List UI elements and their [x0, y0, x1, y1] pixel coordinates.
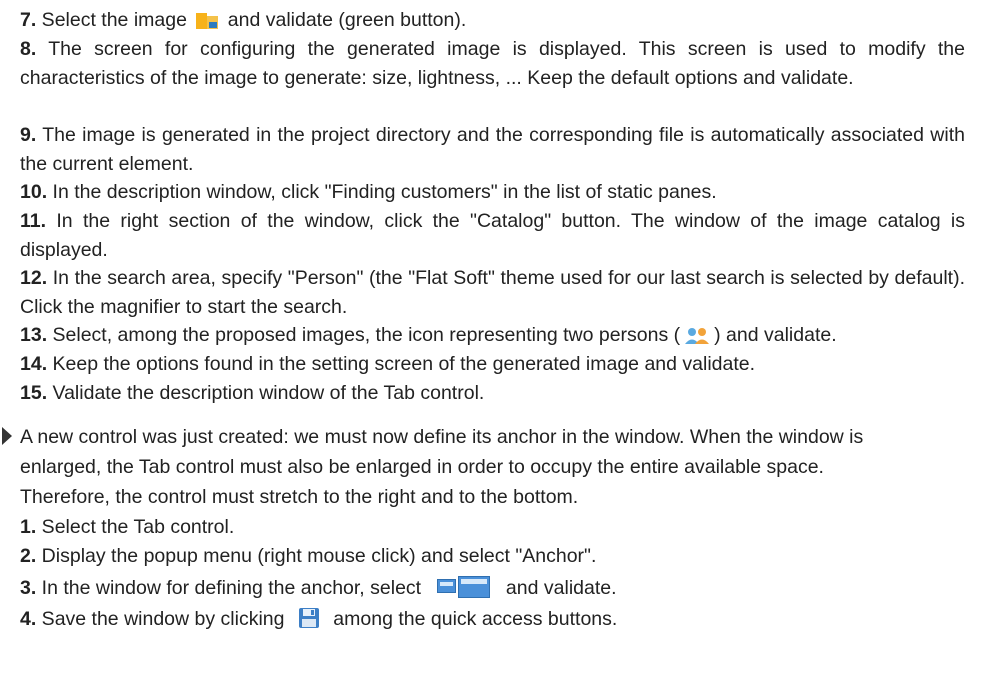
step-10: 10. In the description window, click "Fi…	[20, 178, 965, 207]
step-number: 12.	[20, 267, 48, 289]
step-number: 1.	[20, 516, 37, 538]
step-text: In the window for defining the anchor, s…	[36, 577, 427, 599]
step-number: 15.	[20, 382, 48, 404]
anchor-step-2: 2. Display the popup menu (right mouse c…	[20, 542, 965, 571]
step-text: Save the window by clicking	[36, 608, 290, 630]
step-number: 4.	[20, 608, 37, 630]
anchor-step-4: 4. Save the window by clicking among the…	[20, 605, 965, 638]
step-text: ) and validate.	[714, 324, 837, 346]
step-text: Validate the description window of the T…	[47, 382, 485, 404]
step-text: Select, among the proposed images, the i…	[47, 324, 681, 346]
step-11: 11. In the right section of the window, …	[20, 207, 965, 264]
step-13: 13. Select, among the proposed images, t…	[20, 321, 965, 354]
step-14: 14. Keep the options found in the settin…	[20, 350, 965, 379]
step-12: 12. In the search area, specify "Person"…	[20, 264, 965, 321]
anchor-stretch-icon	[436, 576, 491, 607]
anchor-step-1: 1. Select the Tab control.	[20, 513, 965, 542]
step-text: In the description window, click "Findin…	[47, 181, 717, 203]
step-text: and validate.	[500, 577, 617, 599]
step-number: 7.	[20, 9, 37, 31]
step-7: 7. Select the image and validate (green …	[20, 6, 965, 39]
step-number: 14.	[20, 353, 48, 375]
document-page: 7. Select the image and validate (green …	[0, 0, 983, 688]
step-9: 9. The image is generated in the project…	[20, 121, 965, 178]
step-text: In the search area, specify "Person" (th…	[20, 267, 965, 318]
section-intro: A new control was just created: we must …	[20, 426, 864, 508]
step-number: 11.	[20, 210, 47, 232]
step-number: 8.	[20, 38, 37, 60]
step-number: 9.	[20, 124, 37, 146]
anchor-step-3: 3. In the window for defining the anchor…	[20, 574, 965, 607]
step-number: 3.	[20, 577, 37, 599]
step-text: Select the image	[36, 9, 193, 31]
step-number: 10.	[20, 181, 48, 203]
save-floppy-icon	[298, 607, 320, 638]
step-text: The image is generated in the project di…	[20, 124, 965, 175]
step-8: 8. The screen for configuring the genera…	[20, 35, 965, 92]
step-15: 15. Validate the description window of t…	[20, 379, 965, 408]
step-number: 2.	[20, 545, 37, 567]
step-text: Select the Tab control.	[36, 516, 235, 538]
step-text: Display the popup menu (right mouse clic…	[36, 545, 597, 567]
step-text: among the quick access buttons.	[327, 608, 618, 630]
step-text: The screen for configuring the generated…	[20, 38, 965, 89]
bullet-arrow-icon	[2, 427, 12, 445]
step-text: and validate (green button).	[222, 9, 467, 31]
step-text: Keep the options found in the setting sc…	[47, 353, 756, 375]
step-number: 13.	[20, 324, 48, 346]
step-text: In the right section of the window, clic…	[20, 210, 965, 261]
